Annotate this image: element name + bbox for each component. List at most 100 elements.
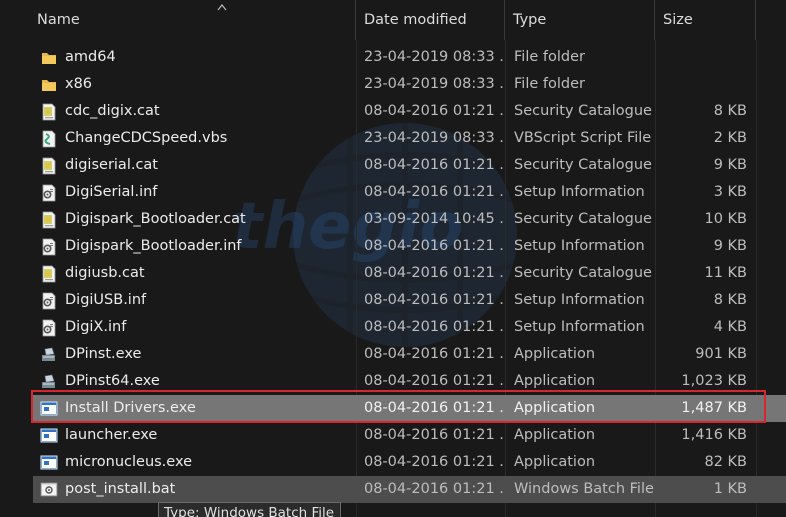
setup-info-icon bbox=[39, 233, 59, 260]
file-row[interactable]: Install Drivers.exe 08-04-2016 01:21 ... A… bbox=[33, 395, 786, 422]
file-row[interactable]: DPinst64.exe 08-04-2016 01:21 ... Applicat… bbox=[33, 368, 786, 395]
file-row[interactable]: digiusb.cat 08-04-2016 01:21 ... Security … bbox=[33, 260, 786, 287]
file-date-modified: 08-04-2016 01:21 ... bbox=[364, 454, 504, 470]
file-row[interactable]: DigiUSB.inf 08-04-2016 01:21 ... Setup Inf… bbox=[33, 287, 786, 314]
file-explorer-list: thegio Name Date modified Type Size amd6… bbox=[0, 0, 786, 517]
column-header-date-label: Date modified bbox=[364, 12, 467, 28]
file-date-modified: 08-04-2016 01:21 ... bbox=[364, 481, 504, 497]
file-size: 1,416 KB bbox=[681, 427, 747, 443]
file-type: Application bbox=[514, 400, 596, 416]
batch-file-icon bbox=[39, 476, 59, 503]
column-header-name-label: Name bbox=[37, 12, 80, 28]
file-row[interactable]: ChangeCDCSpeed.vbs 23-04-2019 08:33 ... VB… bbox=[33, 125, 786, 152]
file-name: DigiUSB.inf bbox=[65, 292, 147, 308]
catalogue-icon bbox=[39, 152, 59, 179]
catalogue-icon bbox=[39, 206, 59, 233]
file-size: 1,487 KB bbox=[681, 400, 747, 416]
file-row[interactable]: DPinst.exe 08-04-2016 01:21 ... Applicatio… bbox=[33, 341, 786, 368]
file-type: Security Catalogue bbox=[514, 265, 652, 281]
file-size: 11 KB bbox=[704, 265, 747, 281]
file-size: 901 KB bbox=[695, 346, 747, 362]
sort-ascending-icon bbox=[217, 4, 227, 11]
file-row[interactable]: micronucleus.exe 08-04-2016 01:21 ... Appl… bbox=[33, 449, 786, 476]
file-date-modified: 08-04-2016 01:21 ... bbox=[364, 157, 504, 173]
column-header-name[interactable]: Name bbox=[29, 0, 356, 40]
file-row[interactable]: post_install.bat 08-04-2016 01:21 ... Wind… bbox=[33, 476, 786, 503]
file-name: micronucleus.exe bbox=[65, 454, 193, 470]
file-name: DPinst64.exe bbox=[65, 373, 160, 389]
file-list: amd64 23-04-2019 08:33 ... File folder x86 2… bbox=[0, 44, 786, 503]
file-type: Security Catalogue bbox=[514, 157, 652, 173]
file-type: Setup Information bbox=[514, 238, 645, 254]
file-name: cdc_digix.cat bbox=[65, 103, 160, 119]
folder-icon bbox=[39, 71, 59, 98]
file-name: DigiX.inf bbox=[65, 319, 127, 335]
file-size: 2 KB bbox=[713, 130, 747, 146]
file-date-modified: 23-04-2019 08:33 ... bbox=[364, 130, 504, 146]
file-row[interactable]: digiserial.cat 08-04-2016 01:21 ... Securi… bbox=[33, 152, 786, 179]
file-name: Install Drivers.exe bbox=[65, 400, 196, 416]
file-name: amd64 bbox=[65, 49, 116, 65]
file-size: 4 KB bbox=[713, 319, 747, 335]
file-size: 1,023 KB bbox=[681, 373, 747, 389]
file-name: ChangeCDCSpeed.vbs bbox=[65, 130, 228, 146]
file-name: DigiSerial.inf bbox=[65, 184, 158, 200]
setup-info-icon bbox=[39, 314, 59, 341]
file-name: launcher.exe bbox=[65, 427, 158, 443]
catalogue-icon bbox=[39, 98, 59, 125]
script-icon bbox=[39, 125, 59, 152]
file-date-modified: 08-04-2016 01:21 ... bbox=[364, 265, 504, 281]
file-row[interactable]: cdc_digix.cat 08-04-2016 01:21 ... Securit… bbox=[33, 98, 786, 125]
application-icon bbox=[39, 422, 59, 449]
column-header-date[interactable]: Date modified bbox=[356, 0, 505, 40]
type-tooltip: Type: Windows Batch File bbox=[158, 502, 342, 517]
file-type: File folder bbox=[514, 49, 585, 65]
file-type: VBScript Script File bbox=[514, 130, 652, 146]
catalogue-icon bbox=[39, 260, 59, 287]
file-date-modified: 08-04-2016 01:21 ... bbox=[364, 292, 504, 308]
column-header-type-label: Type bbox=[513, 12, 547, 28]
file-date-modified: 08-04-2016 01:21 ... bbox=[364, 373, 504, 389]
file-row[interactable]: launcher.exe 08-04-2016 01:21 ... Applicat… bbox=[33, 422, 786, 449]
file-date-modified: 08-04-2016 01:21 ... bbox=[364, 238, 504, 254]
column-header-size-label: Size bbox=[663, 12, 693, 28]
file-type: File folder bbox=[514, 76, 585, 92]
application-icon bbox=[39, 395, 59, 422]
file-name: digiusb.cat bbox=[65, 265, 145, 281]
file-size: 8 KB bbox=[713, 292, 747, 308]
file-type: Application bbox=[514, 346, 596, 362]
file-row[interactable]: Digispark_Bootloader.inf 08-04-2016 01:21… bbox=[33, 233, 786, 260]
file-row[interactable]: Digispark_Bootloader.cat 03-09-2014 10:45… bbox=[33, 206, 786, 233]
file-row[interactable]: DigiX.inf 08-04-2016 01:21 ... Setup Infor… bbox=[33, 314, 786, 341]
file-date-modified: 03-09-2014 10:45 ... bbox=[364, 211, 504, 227]
file-size: 3 KB bbox=[713, 184, 747, 200]
file-name: Digispark_Bootloader.inf bbox=[65, 238, 242, 254]
file-name: Digispark_Bootloader.cat bbox=[65, 211, 246, 227]
file-row[interactable]: x86 23-04-2019 08:33 ... File folder bbox=[33, 71, 786, 98]
file-date-modified: 08-04-2016 01:21 ... bbox=[364, 184, 504, 200]
file-type: Application bbox=[514, 427, 596, 443]
installer-icon bbox=[39, 341, 59, 368]
installer-icon bbox=[39, 368, 59, 395]
file-size: 9 KB bbox=[713, 238, 747, 254]
file-type: Application bbox=[514, 373, 596, 389]
file-type: Setup Information bbox=[514, 184, 645, 200]
file-size: 82 KB bbox=[704, 454, 747, 470]
file-type: Setup Information bbox=[514, 292, 645, 308]
file-date-modified: 08-04-2016 01:21 ... bbox=[364, 103, 504, 119]
file-row[interactable]: DigiSerial.inf 08-04-2016 01:21 ... Setup … bbox=[33, 179, 786, 206]
column-header-size[interactable]: Size bbox=[655, 0, 756, 40]
file-date-modified: 23-04-2019 08:33 ... bbox=[364, 76, 504, 92]
file-type: Security Catalogue bbox=[514, 211, 652, 227]
file-date-modified: 08-04-2016 01:21 ... bbox=[364, 427, 504, 443]
column-header-type[interactable]: Type bbox=[505, 0, 655, 40]
file-name: post_install.bat bbox=[65, 481, 176, 497]
file-type: Application bbox=[514, 454, 596, 470]
file-type: Security Catalogue bbox=[514, 103, 652, 119]
file-row[interactable]: amd64 23-04-2019 08:33 ... File folder bbox=[33, 44, 786, 71]
file-size: 1 KB bbox=[713, 481, 747, 497]
file-size bbox=[659, 44, 747, 71]
file-name: DPinst.exe bbox=[65, 346, 142, 362]
file-size: 10 KB bbox=[704, 211, 747, 227]
file-date-modified: 08-04-2016 01:21 ... bbox=[364, 346, 504, 362]
